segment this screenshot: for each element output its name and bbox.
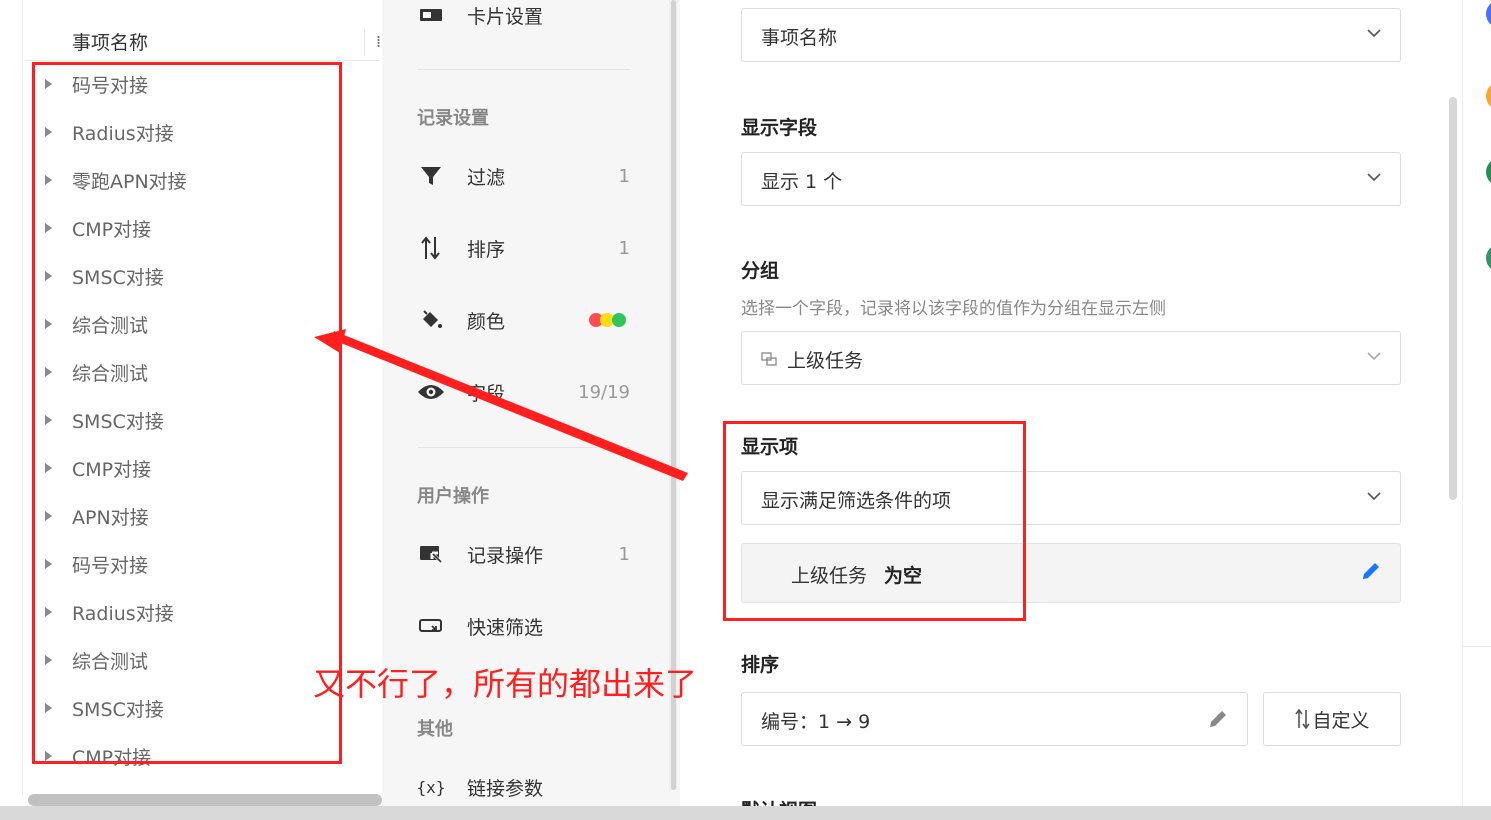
app-avatar[interactable] (1486, 158, 1491, 186)
sidebar-divider (417, 447, 630, 448)
column-separator[interactable] (364, 30, 365, 56)
chevron-down-icon (1367, 29, 1381, 38)
quick-filter-icon (417, 612, 445, 640)
section-title-record-settings: 记录设置 (417, 108, 489, 129)
app-avatar[interactable] (1486, 244, 1491, 272)
config-panel: 事项名称 显示字段 显示 1 个 分组 选择一个字段，记录将以该字段的值作为分组… (680, 0, 1462, 808)
annotation-text: 又不行了，所有的都出来了 (313, 665, 698, 703)
card-icon (417, 1, 445, 29)
custom-sort-button-label: 自定义 (1312, 709, 1370, 732)
sidebar-item-label: 过滤 (467, 166, 506, 189)
select-value: 上级任务 (787, 350, 864, 372)
eye-icon (417, 378, 445, 406)
sidebar-item-link-params[interactable]: {x} 链接参数 (417, 769, 630, 805)
annotation-box-tree (32, 62, 342, 764)
select-value: 事项名称 (761, 27, 838, 49)
horizontal-scrollbar[interactable] (28, 794, 382, 806)
sort-rule-box[interactable]: 编号：1 → 9 (741, 692, 1248, 746)
record-actions-count: 1 (618, 543, 630, 565)
sidebar-item-color[interactable]: 颜色 (417, 302, 630, 338)
sort-label: 排序 (741, 654, 780, 676)
display-fields-select[interactable]: 显示 1 个 (741, 152, 1401, 206)
bottom-scroll-bar (0, 806, 1491, 820)
funnel-icon (417, 162, 445, 190)
sidebar-item-label: 快速筛选 (467, 616, 544, 639)
color-dots (586, 311, 630, 329)
sort-arrows-icon (417, 234, 445, 262)
config-scrollbar[interactable] (1449, 97, 1457, 500)
pencil-icon[interactable] (1360, 560, 1382, 582)
sort-count: 1 (618, 237, 630, 259)
cursor-window-icon (417, 540, 445, 568)
sidebar-item-label: 排序 (467, 238, 506, 261)
sidebar-item-record-actions[interactable]: 记录操作 1 (417, 536, 630, 572)
sort-arrows-icon (1295, 708, 1311, 730)
display-fields-label: 显示字段 (741, 117, 818, 139)
variable-braces-icon: {x} (416, 777, 446, 797)
sidebar-item-card-settings[interactable]: 卡片设置 (417, 0, 630, 33)
custom-sort-button[interactable]: 自定义 (1263, 692, 1401, 746)
sidebar-item-fields[interactable]: 字段 19/19 (417, 374, 630, 410)
tree-column-header[interactable]: 事项名称 (72, 28, 148, 55)
annotation-box-display-items (723, 421, 1026, 621)
sidebar-item-label: 颜色 (467, 310, 506, 333)
group-select[interactable]: 上级任务 (741, 331, 1401, 385)
filter-count: 1 (618, 165, 630, 187)
chevron-down-icon (1367, 173, 1381, 182)
section-title-other: 其他 (417, 719, 453, 740)
sidebar-item-label: 记录操作 (467, 544, 544, 567)
section-title-user-actions: 用户操作 (417, 486, 489, 507)
next-column-header: ⁞ (376, 32, 382, 51)
sidebar-item-sort[interactable]: 排序 1 (417, 230, 630, 266)
sidebar-item-label: 卡片设置 (467, 5, 544, 28)
title-field-select[interactable]: 事项名称 (741, 8, 1401, 62)
pencil-icon[interactable] (1207, 708, 1229, 730)
sidebar-item-label: 链接参数 (467, 777, 544, 800)
select-value: 显示 1 个 (761, 171, 843, 193)
sidebar-item-quick-filter[interactable]: 快速筛选 (417, 608, 630, 644)
sidebar-item-label: 字段 (467, 382, 506, 405)
sidebar-divider (417, 69, 630, 70)
app-avatar[interactable] (1486, 82, 1491, 110)
chevron-down-icon (1367, 492, 1381, 501)
group-label: 分组 (741, 260, 780, 282)
group-description: 选择一个字段，记录将以该字段的值作为分组在显示左侧 (741, 299, 1166, 319)
strip-divider (1463, 646, 1491, 647)
paint-bucket-icon (417, 306, 445, 334)
chevron-down-icon (1367, 352, 1381, 361)
sidebar-item-filter[interactable]: 过滤 1 (417, 158, 630, 194)
linked-field-icon (761, 352, 777, 366)
sort-rule-value: 编号：1 → 9 (761, 711, 871, 733)
fields-count: 19/19 (578, 381, 630, 403)
app-avatar[interactable] (1486, 0, 1491, 28)
app-side-strip (1462, 0, 1491, 808)
